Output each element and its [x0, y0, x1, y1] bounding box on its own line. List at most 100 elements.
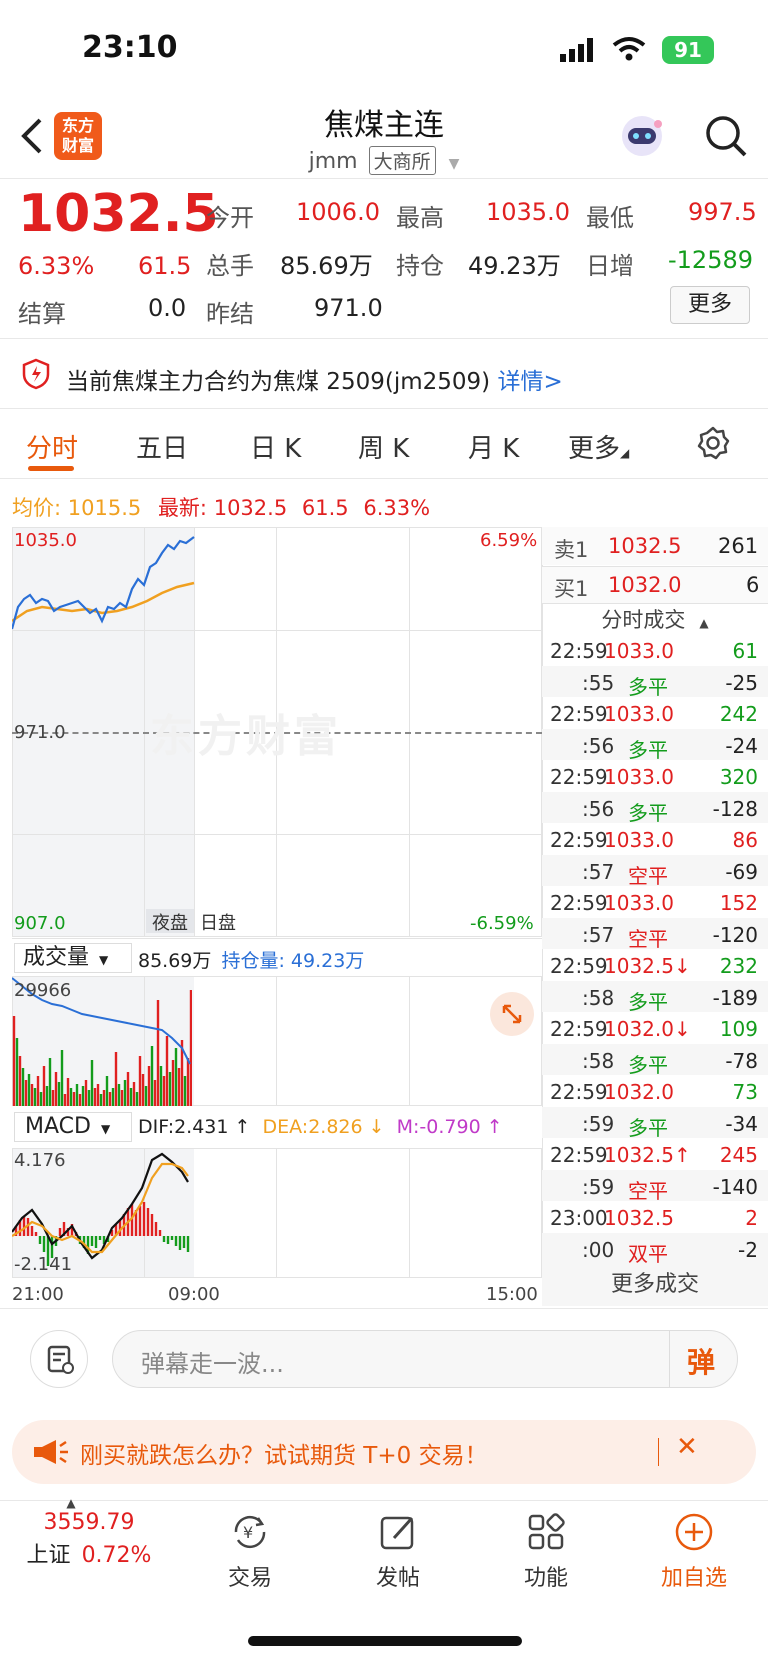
trade-price: 1032.5↓ — [604, 954, 691, 978]
signal-icon — [560, 38, 594, 66]
trade-price: 双平 — [628, 1241, 668, 1266]
expand-icon[interactable] — [490, 992, 534, 1036]
notice-detail-link[interactable]: 详情 — [497, 369, 543, 395]
trade-row: 22:59 1032.5↑ 245 — [542, 1138, 768, 1170]
oi-label: 持仓 — [396, 252, 444, 280]
nav-post[interactable]: 发帖 — [328, 1510, 468, 1592]
trade-price: 多平 — [628, 674, 668, 699]
tab-daily-k[interactable]: 日 K — [250, 428, 301, 465]
trade-time: 22:59 — [550, 1080, 608, 1104]
daily-inc-label: 日增 — [586, 252, 634, 280]
trade-price: 1033.0 — [604, 639, 674, 663]
trade-time: :57 — [582, 859, 615, 884]
trade-row: :58 多平 -78 — [542, 1043, 768, 1077]
pct-axis-bottom: -6.59% — [470, 913, 534, 934]
trade-volume: 232 — [719, 954, 758, 978]
plus-circle-icon — [675, 1513, 713, 1551]
trade-price: 多平 — [628, 800, 668, 825]
trade-price: 多平 — [628, 989, 668, 1014]
edit-icon — [380, 1516, 414, 1550]
x-axis-mid: 09:00 — [168, 1284, 220, 1305]
nav-trade[interactable]: ¥ 交易 — [180, 1510, 320, 1592]
trade-time: 22:59 — [550, 702, 608, 726]
prev-settle-label: 昨结 — [206, 300, 254, 328]
volume-indicator-select[interactable]: 成交量 ▼ — [14, 943, 132, 973]
trade-price: 空平 — [628, 863, 668, 888]
news-list-icon[interactable] — [30, 1330, 88, 1388]
y-axis-top: 1035.0 — [14, 530, 77, 551]
trade-row: 22:59 1033.0 152 — [542, 886, 768, 918]
tab-intraday[interactable]: 分时 — [26, 428, 78, 465]
trade-row: :59 空平 -140 — [542, 1169, 768, 1203]
night-session-label: 夜盘 — [146, 909, 194, 934]
battery-icon: 91 — [662, 36, 714, 64]
pct-axis-top: 6.59% — [480, 530, 538, 551]
robot-assistant-icon[interactable] — [618, 114, 666, 164]
trade-price: 多平 — [628, 1052, 668, 1077]
macd-indicator-select[interactable]: MACD ▼ — [14, 1112, 132, 1142]
trade-time: :57 — [582, 922, 615, 947]
low-label: 最低 — [586, 204, 634, 232]
tab-weekly-k[interactable]: 周 K — [358, 428, 409, 465]
trades-header[interactable]: 分时成交 ▲ — [542, 604, 768, 634]
search-icon[interactable] — [704, 114, 748, 162]
trade-volume: 245 — [719, 1143, 758, 1167]
trade-time: 22:59 — [550, 1143, 608, 1167]
trade-time: :56 — [582, 796, 615, 821]
promo-banner[interactable]: 刚买就跌怎么办？试试期货 T+0 交易！ ✕ — [12, 1420, 756, 1484]
trade-volume: 2 — [745, 1206, 758, 1230]
svg-text:¥: ¥ — [243, 1523, 253, 1542]
trade-row: 22:59 1032.0 73 — [542, 1075, 768, 1107]
last-price: 1032.5 — [18, 184, 219, 244]
trade-volume: 109 — [719, 1017, 758, 1041]
tab-five-day[interactable]: 五日 — [136, 428, 188, 465]
trade-row: 22:59 1033.0 320 — [542, 760, 768, 792]
trade-row: :55 多平 -25 — [542, 665, 768, 699]
tab-active-indicator — [28, 466, 74, 471]
trade-row: 22:59 1032.5↓ 232 — [542, 949, 768, 981]
trade-volume: -2 — [738, 1237, 758, 1262]
y-axis-bottom: 907.0 — [14, 913, 66, 934]
nav-function[interactable]: 功能 — [476, 1510, 616, 1592]
trade-volume: -189 — [712, 985, 758, 1010]
comment-input[interactable]: 弹幕走一波... 弹 — [112, 1330, 738, 1388]
shield-alert-icon — [22, 358, 50, 394]
trade-time: :59 — [582, 1111, 615, 1136]
trade-volume: -34 — [725, 1111, 758, 1136]
trade-volume: 61 — [732, 639, 758, 663]
tab-monthly-k[interactable]: 月 K — [468, 428, 519, 465]
trade-time: :56 — [582, 733, 615, 758]
trade-time: 22:59 — [550, 954, 608, 978]
macd-y-top: 4.176 — [14, 1150, 66, 1171]
trade-time: :00 — [582, 1237, 615, 1262]
chevron-down-icon: ▼ — [448, 156, 460, 172]
high-value: 1035.0 — [486, 198, 570, 226]
more-quote-button[interactable]: 更多 — [670, 286, 750, 324]
trade-row: 22:59 1032.0↓ 109 — [542, 1012, 768, 1044]
settle-label: 结算 — [18, 300, 66, 328]
settle-value: 0.0 — [148, 294, 187, 322]
danmu-icon[interactable]: 弹 — [687, 1341, 715, 1381]
trade-time: :58 — [582, 985, 615, 1010]
bid-row: 买1 1032.0 6 — [542, 567, 768, 603]
macd-readout: DIF:2.431 ↑ DEA:2.826 ↓ M:-0.790 ↑ — [138, 1116, 503, 1138]
trade-volume: -78 — [725, 1048, 758, 1073]
main-contract-notice: 当前焦煤主力合约为焦煤 2509(jm2509) 详情> — [66, 369, 563, 395]
trade-volume: 86 — [732, 828, 758, 852]
volume-readout: 85.69万 持仓量: 49.23万 — [138, 950, 365, 972]
more-trades-button[interactable]: 更多成交 — [542, 1264, 768, 1306]
home-indicator — [248, 1636, 522, 1646]
gear-icon[interactable] — [696, 426, 730, 464]
abs-change: 61.5 — [138, 252, 192, 280]
trade-row: :00 双平 -2 — [542, 1232, 768, 1266]
trade-row: 22:59 1033.0 86 — [542, 823, 768, 855]
nav-add-watchlist[interactable]: 加自选 — [624, 1510, 764, 1592]
trade-price: 多平 — [628, 1115, 668, 1140]
close-icon[interactable]: ✕ — [676, 1432, 698, 1462]
tab-more[interactable]: 更多◢ — [568, 428, 629, 465]
exchange-badge: 大商所 — [368, 146, 436, 175]
day-session-label: 日盘 — [200, 913, 236, 934]
index-ticker[interactable]: ▲ 3559.79 上证 0.72% — [24, 1496, 154, 1569]
trade-volume: -128 — [712, 796, 758, 821]
chevron-right-icon: > — [543, 369, 563, 395]
